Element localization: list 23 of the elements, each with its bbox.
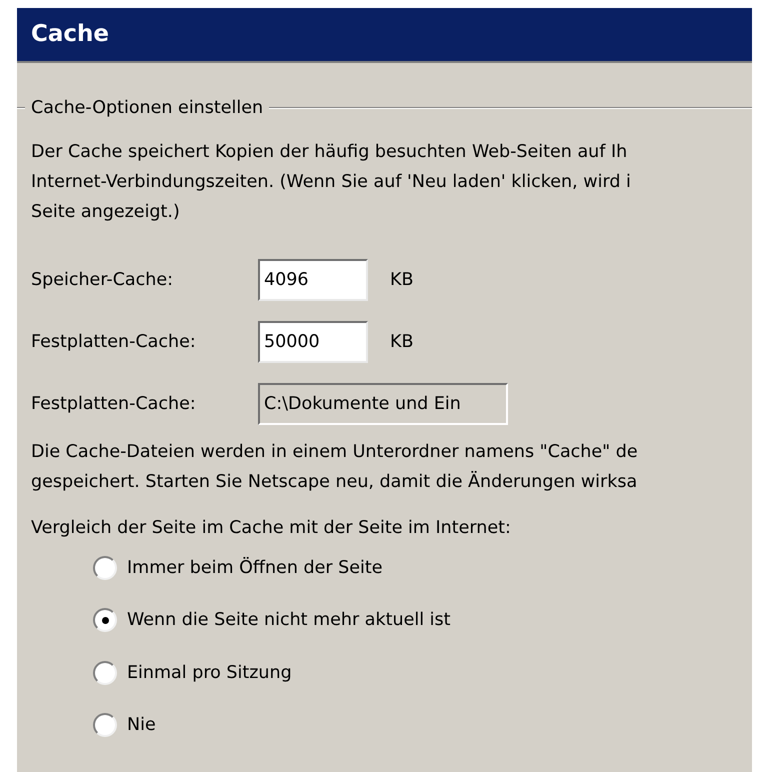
compare-label: Vergleich der Seite im Cache mit der Seite im Internet: — [30, 517, 511, 540]
radio-button[interactable] — [93, 556, 117, 580]
description-text: Internet-Verbindungszeiten. (Wenn Sie auf 'Neu laden' klicken, wird i — [31, 171, 631, 194]
radio-label: Immer beim Öffnen der Seite — [127, 556, 382, 580]
input-field[interactable]: 4096 — [258, 259, 368, 301]
panel-title: Cache — [31, 20, 110, 50]
description-text: Seite angezeigt.) — [31, 201, 180, 224]
unit-label: KB — [390, 268, 414, 292]
field-label: Festplatten-Cache: — [31, 392, 197, 416]
input-field[interactable]: 50000 — [258, 321, 368, 363]
description-text: gespeichert. Starten Sie Netscape neu, damit die Änderungen wirksa — [31, 470, 638, 494]
description-text: Der Cache speichert Kopien der häufig besuchten Web-Seiten auf Ih — [31, 141, 628, 164]
description-text: Die Cache-Dateien werden in einem Unterordner namens "Cache" de — [31, 441, 638, 464]
unit-label: KB — [390, 330, 414, 354]
radio-button[interactable] — [93, 608, 117, 632]
radio-button[interactable] — [93, 712, 117, 737]
radio-label: Einmal pro Sitzung — [127, 662, 292, 684]
group-label: Cache-Optionen einstellen — [30, 96, 264, 120]
radio-button[interactable] — [93, 660, 117, 685]
field-label: Festplatten-Cache: — [31, 330, 197, 354]
radio-label: Nie — [127, 714, 156, 737]
field-label: Speicher-Cache: — [31, 268, 174, 292]
radio-label: Wenn die Seite nicht mehr aktuell ist — [127, 609, 450, 632]
